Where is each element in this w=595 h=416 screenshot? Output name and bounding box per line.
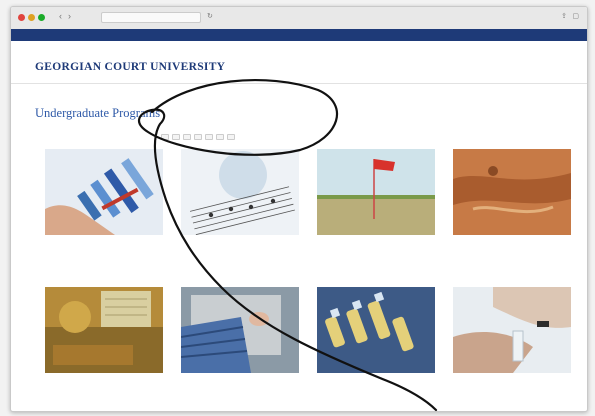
- pen-annotation: [137, 78, 438, 412]
